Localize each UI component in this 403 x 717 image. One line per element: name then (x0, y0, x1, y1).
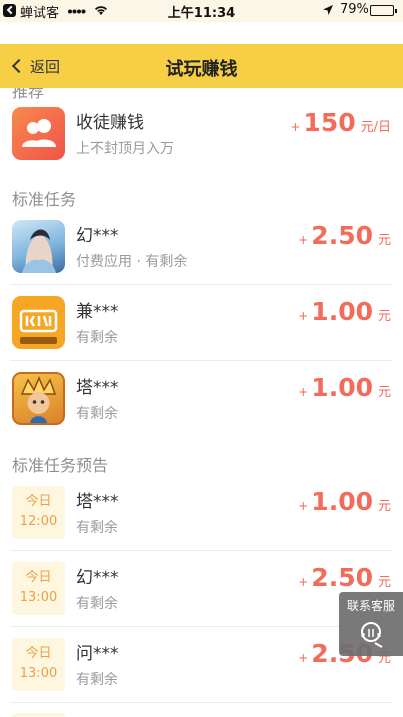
release-day: 今日 (25, 494, 52, 509)
release-time: 今日 13:00 (12, 638, 65, 691)
reward-unit: 元/日 (360, 120, 391, 135)
release-clock: 12:00 (19, 514, 58, 529)
task-desc: 付费应用 · 有剩余 (76, 254, 188, 270)
contact-service-label: 联系客服 (346, 599, 395, 613)
section-header-standard: 标准任务 (12, 190, 77, 209)
reward-unit: 元 (377, 499, 391, 514)
recruit-users-icon (12, 107, 65, 160)
reward-plus: + (298, 575, 309, 589)
task-name: 兼*** (76, 302, 119, 322)
reward-unit: 元 (377, 309, 391, 324)
nav-bar: 返回 试玩赚钱 (0, 44, 403, 88)
reward: + 1.00 元 (298, 297, 391, 326)
reward-plus: + (298, 651, 309, 665)
reward: + 2.50 元 (298, 563, 391, 592)
headset-icon (361, 622, 383, 648)
reward-plus: + (290, 120, 301, 134)
reward-amount: 1.00 (311, 487, 373, 516)
reward-plus: + (298, 233, 309, 247)
battery-icon (370, 5, 397, 16)
reward: + 2.50 元 (298, 221, 391, 250)
reward: + 1.00 元 (298, 487, 391, 516)
reward-unit: 元 (377, 385, 391, 400)
task-row[interactable]: 塔*** 有剩余 + 1.00 元 (0, 361, 403, 437)
release-time: 今日 13:00 (12, 562, 65, 615)
preview-row[interactable]: 今日 12:00 塔*** 有剩余 + 1.00 元 (0, 475, 403, 551)
release-day: 今日 (25, 570, 52, 585)
game-icon-ta (12, 372, 65, 425)
task-desc: 有剩余 (76, 672, 118, 688)
reward-plus: + (298, 385, 309, 399)
location-arrow-icon (323, 5, 333, 15)
reward-amount: 1.00 (311, 373, 373, 402)
reward: + 150 元/日 (290, 108, 391, 137)
reward-amount: 150 (303, 108, 356, 137)
release-time: 今日 12:00 (12, 486, 65, 539)
release-day: 今日 (25, 646, 52, 661)
reward-unit: 元 (377, 233, 391, 248)
task-row[interactable]: 幻*** 付费应用 · 有剩余 + 2.50 元 (0, 209, 403, 285)
reward-amount: 1.00 (311, 297, 373, 326)
battery-percent: 79% (340, 2, 369, 17)
task-desc: 有剩余 (76, 520, 118, 536)
release-clock: 13:00 (19, 666, 58, 681)
game-icon-huan (12, 220, 65, 273)
reward-amount: 2.50 (311, 563, 373, 592)
task-name: 问*** (76, 644, 119, 664)
reward-plus: + (298, 499, 309, 513)
page-title: 试玩赚钱 (165, 59, 238, 80)
next-preview-peek (12, 713, 65, 717)
task-desc: 有剩余 (76, 406, 118, 422)
task-name: 塔*** (76, 378, 119, 398)
task-name: 幻*** (76, 568, 119, 588)
task-desc: 上不封顶月入万 (76, 141, 174, 157)
status-bar: 蝉试客 上午11:34 79% (0, 0, 403, 22)
task-name: 收徒赚钱 (76, 113, 144, 133)
reward-plus: + (298, 309, 309, 323)
section-header-preview: 标准任务预告 (12, 456, 109, 475)
release-clock: 13:00 (19, 590, 58, 605)
reward-unit: 元 (377, 575, 391, 590)
task-name: 塔*** (76, 492, 119, 512)
task-desc: 有剩余 (76, 330, 118, 346)
contact-service-button[interactable]: 联系客服 (339, 592, 403, 656)
divider (10, 702, 393, 703)
app-icon-jian (12, 296, 65, 349)
reward: + 1.00 元 (298, 373, 391, 402)
recruit-row[interactable]: 收徒赚钱 上不封顶月入万 + 150 元/日 (0, 96, 403, 172)
task-row[interactable]: 兼*** 有剩余 + 1.00 元 (0, 285, 403, 361)
task-name: 幻*** (76, 226, 119, 246)
task-desc: 有剩余 (76, 596, 118, 612)
reward-amount: 2.50 (311, 221, 373, 250)
